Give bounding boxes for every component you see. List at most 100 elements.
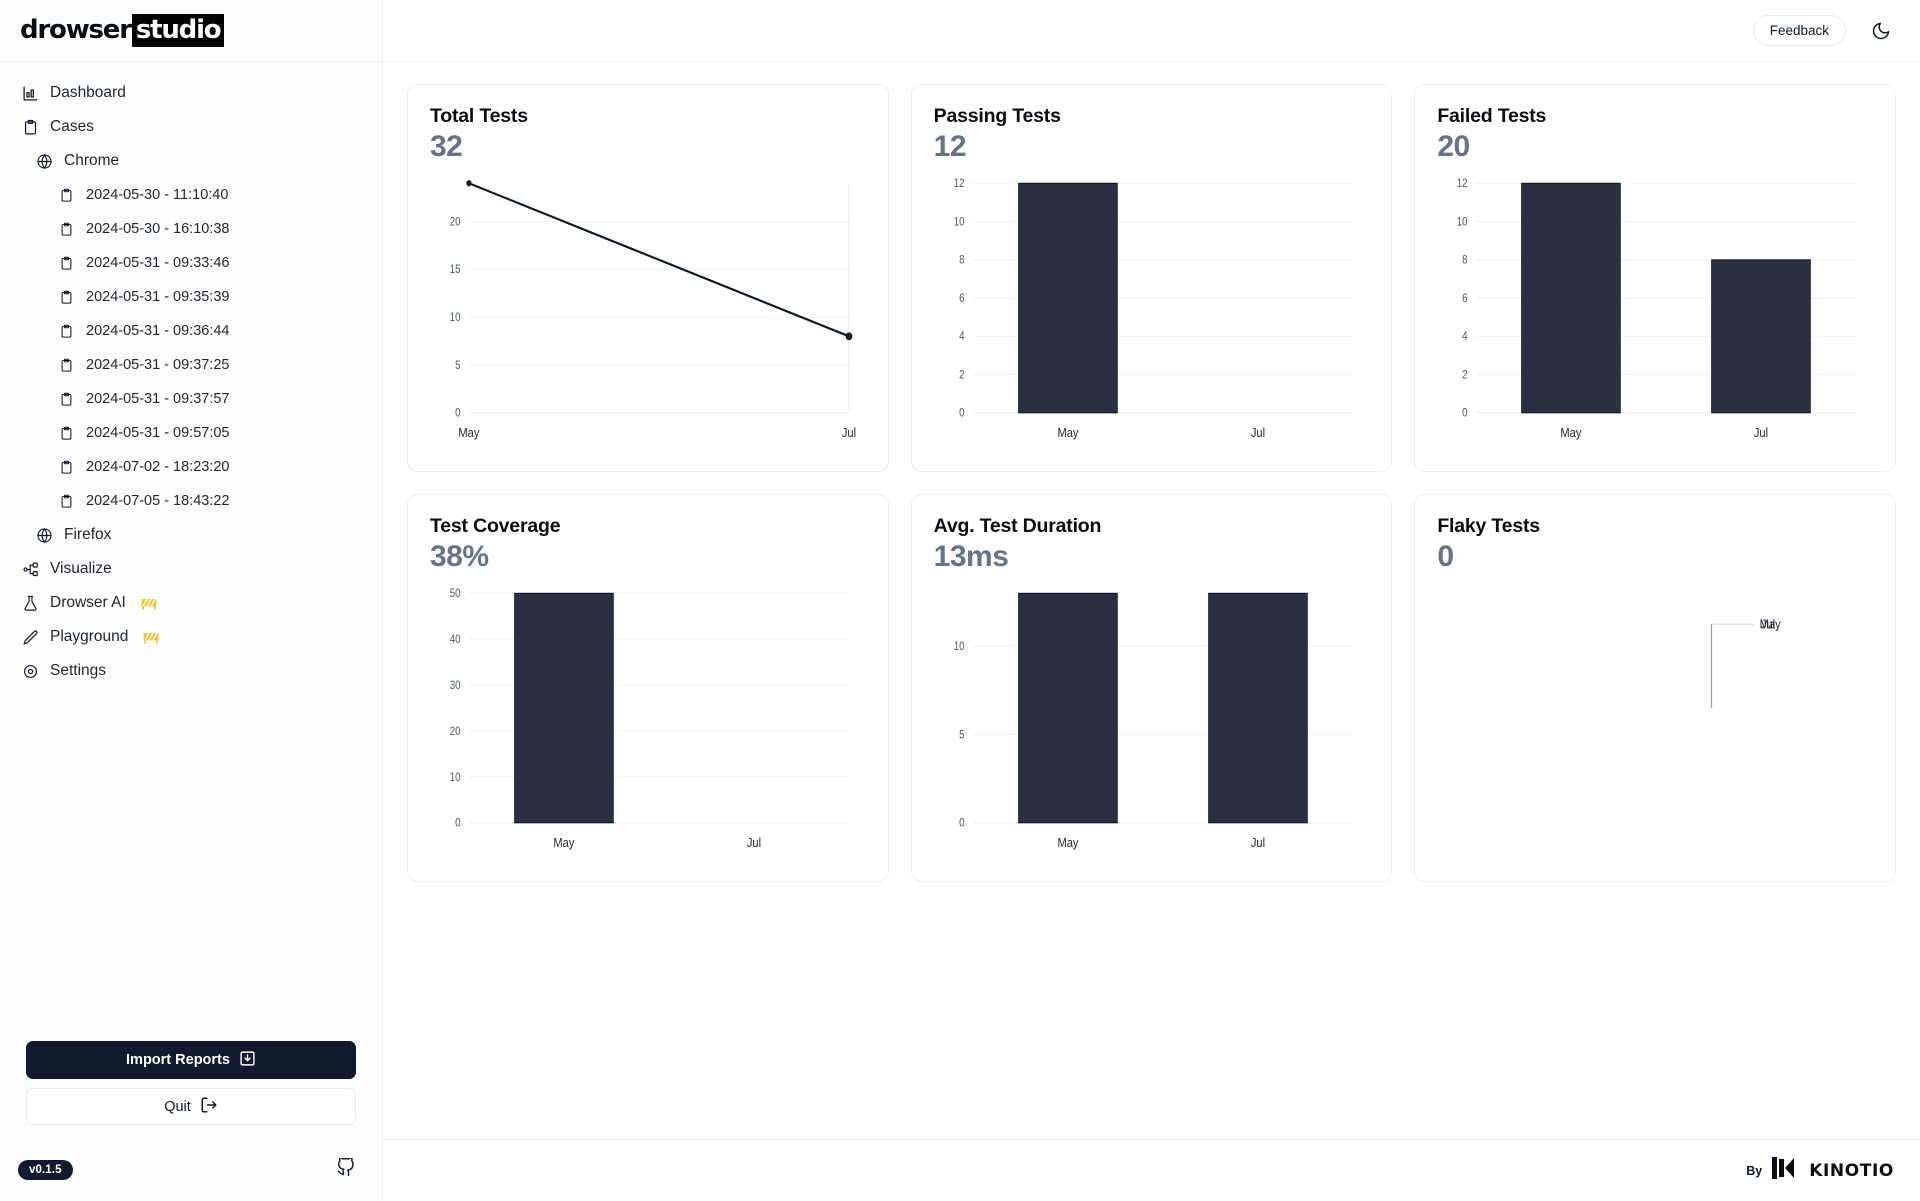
y-axis-tick-label: 15 xyxy=(450,263,461,276)
sidebar-item-label: 2024-05-30 - 11:10:40 xyxy=(86,187,229,203)
metric-card: Test Coverage 38% 0 10 20 30 40 50 May Jul xyxy=(407,494,889,882)
bar xyxy=(1017,592,1118,824)
theme-toggle-button[interactable] xyxy=(1868,18,1894,44)
sidebar-item-2024-05-31-09-35-39[interactable]: 2024-05-31 - 09:35:39 xyxy=(0,280,382,314)
bar xyxy=(514,592,614,824)
chart-bar: 0 2 4 6 8 10 12 May Jul xyxy=(1457,177,1857,440)
metric-card: Failed Tests 20 0 2 4 6 8 10 12 May Jul xyxy=(1414,84,1896,472)
sidebar-item-label: Dashboard xyxy=(50,84,126,101)
metric-card-value: 32 xyxy=(430,130,463,163)
x-axis-tick-label: Jul xyxy=(1251,425,1265,440)
metric-card-title: Flaky Tests xyxy=(1437,515,1540,537)
sidebar-item-drowser-ai[interactable]: Drowser AI xyxy=(0,586,382,620)
x-axis-tick-label: May xyxy=(553,835,575,850)
clipboard-icon xyxy=(22,119,39,136)
topbar: Feedback xyxy=(383,0,1920,62)
x-axis-tick-label: Jul xyxy=(1761,617,1775,632)
y-axis-tick-label: 8 xyxy=(959,254,964,267)
workflow-icon xyxy=(22,561,39,578)
metric-card: Flaky Tests 0 May Jul xyxy=(1414,494,1896,882)
y-axis-tick-label: 10 xyxy=(953,640,964,653)
flask-icon xyxy=(22,595,39,612)
sidebar-item-cases[interactable]: Cases xyxy=(0,110,382,144)
clipboard-icon xyxy=(58,357,75,374)
bar-chart-icon xyxy=(22,85,39,102)
sidebar-item-2024-05-30-11-10-40[interactable]: 2024-05-30 - 11:10:40 xyxy=(0,178,382,212)
sidebar-item-2024-05-31-09-33-46[interactable]: 2024-05-31 - 09:33:46 xyxy=(0,246,382,280)
x-axis-tick-label: Jul xyxy=(842,425,856,440)
clipboard-icon xyxy=(58,459,75,476)
y-axis-tick-label: 10 xyxy=(450,771,461,784)
import-reports-button[interactable]: Import Reports xyxy=(26,1041,356,1079)
kinotio-mark-icon xyxy=(1771,1156,1803,1185)
chart-bar: 0 5 10 May Jul xyxy=(953,592,1353,850)
clipboard-icon xyxy=(58,391,75,408)
sidebar-item-settings[interactable]: Settings xyxy=(0,654,382,688)
metric-card-title: Avg. Test Duration xyxy=(933,515,1102,537)
metric-card-chart: 0 10 20 30 40 50 May Jul xyxy=(430,580,866,867)
sidebar: drowser studio Dashboard Cases Chrome 2024-0… xyxy=(0,0,383,1201)
sidebar-item-2024-05-31-09-37-57[interactable]: 2024-05-31 - 09:37:57 xyxy=(0,382,382,416)
x-axis-tick-label: Jul xyxy=(1251,835,1265,850)
x-axis-tick-label: May xyxy=(1057,835,1079,850)
metric-card-chart: 0 2 4 6 8 10 12 May Jul xyxy=(934,170,1370,457)
dashboard-content: Total Tests 32 0 5 10 15 20 May Jul Passing Tests… xyxy=(383,62,1920,1139)
main-area: Feedback Total Tests 32 0 5 10 15 20 May Jul Pass… xyxy=(383,0,1920,1201)
app-logo[interactable]: drowser studio xyxy=(20,14,225,47)
chart-bar: MayJul xyxy=(1711,617,1782,709)
x-axis-tick-label: May xyxy=(1057,425,1079,440)
construction-sign-icon xyxy=(143,630,159,644)
bar xyxy=(1017,182,1118,414)
bar xyxy=(1521,182,1622,414)
clipboard-icon xyxy=(58,255,75,272)
download-icon xyxy=(239,1050,256,1071)
y-axis-tick-label: 4 xyxy=(1463,330,1468,343)
y-axis-tick-label: 4 xyxy=(959,330,964,343)
sidebar-item-2024-05-31-09-36-44[interactable]: 2024-05-31 - 09:36:44 xyxy=(0,314,382,348)
by-label: By xyxy=(1746,1163,1763,1178)
metric-card: Total Tests 32 0 5 10 15 20 May Jul xyxy=(407,84,889,472)
bar xyxy=(1711,259,1812,414)
sidebar-item-2024-07-05-18-43-22[interactable]: 2024-07-05 - 18:43:22 xyxy=(0,484,382,518)
chart-bar: 0 10 20 30 40 50 May Jul xyxy=(450,587,849,850)
logout-icon xyxy=(200,1096,218,1118)
sidebar-item-2024-05-31-09-57-05[interactable]: 2024-05-31 - 09:57:05 xyxy=(0,416,382,450)
clipboard-icon xyxy=(58,289,75,306)
y-axis-tick-label: 8 xyxy=(1463,254,1468,267)
sidebar-item-dashboard[interactable]: Dashboard xyxy=(0,76,382,110)
x-axis-tick-label: May xyxy=(1561,425,1583,440)
metric-card-title: Passing Tests xyxy=(933,105,1061,127)
metric-card-chart: 0 5 10 May Jul xyxy=(934,580,1370,867)
sidebar-item-label: Visualize xyxy=(50,560,112,577)
globe-icon xyxy=(36,153,53,170)
metric-card-value: 12 xyxy=(933,130,967,163)
pencil-icon xyxy=(22,629,39,646)
sidebar-item-label: 2024-05-31 - 09:36:44 xyxy=(86,323,230,339)
github-icon[interactable] xyxy=(336,1156,356,1183)
y-axis-tick-label: 2 xyxy=(959,369,964,382)
quit-button[interactable]: Quit xyxy=(26,1088,356,1125)
sidebar-item-2024-05-30-16-10-38[interactable]: 2024-05-30 - 16:10:38 xyxy=(0,212,382,246)
sidebar-item-2024-05-31-09-37-25[interactable]: 2024-05-31 - 09:37:25 xyxy=(0,348,382,382)
y-axis-tick-label: 30 xyxy=(450,679,461,692)
metric-card-grid: Total Tests 32 0 5 10 15 20 May Jul Passing Tests… xyxy=(407,84,1896,882)
kinotio-logo[interactable]: KINOTIO xyxy=(1771,1156,1894,1185)
sidebar-item-label: 2024-07-05 - 18:43:22 xyxy=(86,493,230,509)
feedback-button[interactable]: Feedback xyxy=(1752,15,1846,46)
clipboard-icon xyxy=(58,425,75,442)
x-axis-tick-label: May xyxy=(458,425,480,440)
data-point xyxy=(845,332,853,341)
quit-label: Quit xyxy=(164,1098,191,1115)
metric-card: Passing Tests 12 0 2 4 6 8 10 12 May Jul xyxy=(910,84,1393,472)
sidebar-item-visualize[interactable]: Visualize xyxy=(0,552,382,586)
sidebar-item-firefox[interactable]: Firefox xyxy=(0,518,382,552)
sidebar-item-chrome[interactable]: Chrome xyxy=(0,144,382,178)
sidebar-item-2024-07-02-18-23-20[interactable]: 2024-07-02 - 18:23:20 xyxy=(0,450,382,484)
metric-card-title: Test Coverage xyxy=(430,515,561,537)
moon-icon xyxy=(1871,22,1891,44)
sidebar-item-playground[interactable]: Playground xyxy=(0,620,382,654)
y-axis-tick-label: 5 xyxy=(455,359,460,372)
metric-card-value: 0 xyxy=(1437,540,1454,573)
clipboard-icon xyxy=(58,323,75,340)
kinotio-wordmark: KINOTIO xyxy=(1809,1160,1894,1181)
